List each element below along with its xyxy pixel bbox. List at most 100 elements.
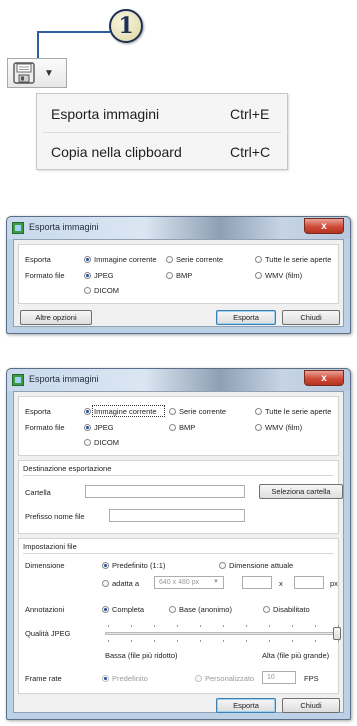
impostazioni-panel: Impostazioni file Dimensione Predefinito… <box>18 538 341 694</box>
window-title: Esporta immagini <box>29 374 99 384</box>
section-divider <box>23 475 334 476</box>
radio-label: BMP <box>179 423 196 432</box>
options-panel: Esporta Immagine corrente Serie corrente… <box>18 396 339 456</box>
slider-tick <box>200 640 201 642</box>
slider-tick <box>269 625 270 627</box>
radio-label: Predefinito (1:1) <box>112 561 166 570</box>
radio-label: Predefinito <box>112 674 148 683</box>
radio-immagine-corrente[interactable] <box>84 256 91 263</box>
slider-tick <box>131 640 132 642</box>
button-label: Seleziona cartella <box>271 487 331 496</box>
radio-serie-corrente[interactable] <box>166 256 173 263</box>
radio-dicom[interactable] <box>84 439 91 446</box>
radio-tutte-le-serie[interactable] <box>255 256 262 263</box>
radio-jpeg[interactable] <box>84 424 91 431</box>
slider-tick <box>200 625 201 627</box>
chiudi-button[interactable]: Chiudi <box>282 698 340 713</box>
radio-wmv[interactable] <box>255 424 262 431</box>
esporta-button[interactable]: Esporta <box>216 698 276 713</box>
radio-label: JPEG <box>94 423 114 432</box>
radio-frame-personalizzato[interactable] <box>195 675 202 682</box>
dialog-client-area: Esporta Immagine corrente Serie corrente… <box>13 239 344 327</box>
radio-label: Immagine corrente <box>94 255 157 264</box>
prefisso-input[interactable] <box>109 509 245 522</box>
radio-base-anonimo[interactable] <box>169 606 176 613</box>
radio-label: Base (anonimo) <box>179 605 232 614</box>
radio-bmp[interactable] <box>169 424 176 431</box>
close-icon: x <box>321 220 327 232</box>
radio-jpeg[interactable] <box>84 272 91 279</box>
fps-unit-label: FPS <box>304 674 319 683</box>
radio-wmv[interactable] <box>255 272 262 279</box>
radio-disabilitato[interactable] <box>263 606 270 613</box>
qualita-low-label: Bassa (file più ridotto) <box>105 651 178 660</box>
options-panel: Esporta Immagine corrente Serie corrente… <box>18 244 339 304</box>
chiudi-button[interactable]: Chiudi <box>282 310 340 325</box>
chevron-down-icon[interactable]: ▼ <box>44 68 54 79</box>
slider-tick <box>246 625 247 627</box>
save-split-button[interactable]: ▼ <box>7 58 67 88</box>
save-dropdown-menu: Esporta immagini Ctrl+E Copia nella clip… <box>36 93 288 170</box>
menu-item-esporta-immagini[interactable]: Esporta immagini Ctrl+E <box>37 95 287 132</box>
radio-frame-predefinito[interactable] <box>102 675 109 682</box>
cartella-input[interactable] <box>85 485 245 498</box>
radio-bmp[interactable] <box>166 272 173 279</box>
radio-label: Immagine corrente <box>94 407 157 416</box>
radio-label: DICOM <box>94 438 119 447</box>
radio-adatta-a[interactable] <box>102 580 109 587</box>
close-button[interactable]: x <box>304 218 344 234</box>
menu-item-label: Copia nella clipboard <box>51 143 182 160</box>
button-label: Esporta <box>233 313 259 322</box>
radio-label: Personalizzato <box>205 674 255 683</box>
title-bar[interactable]: Esporta immagini x <box>7 369 350 391</box>
slider-tick <box>246 640 247 642</box>
section-title: Impostazioni file <box>23 542 77 551</box>
radio-predefinito[interactable] <box>102 562 109 569</box>
radio-dimensione-attuale[interactable] <box>219 562 226 569</box>
size-separator: x <box>279 579 283 588</box>
destinazione-panel: Destinazione esportazione Cartella Selez… <box>18 460 343 534</box>
button-label: Chiudi <box>300 701 322 710</box>
window-title: Esporta immagini <box>29 222 99 232</box>
slider-tick <box>154 625 155 627</box>
slider-tick <box>177 625 178 627</box>
width-input[interactable] <box>242 576 272 589</box>
menu-item-copia-clipboard[interactable]: Copia nella clipboard Ctrl+C <box>37 133 287 170</box>
menu-item-shortcut: Ctrl+E <box>230 105 270 122</box>
radio-tutte-le-serie[interactable] <box>255 408 262 415</box>
slider-tick <box>108 625 109 627</box>
prefisso-label: Prefisso nome file <box>25 512 85 521</box>
radio-serie-corrente[interactable] <box>169 408 176 415</box>
button-label: Esporta <box>233 701 259 710</box>
radio-label: Dimensione attuale <box>229 561 294 570</box>
radio-label: WMV (film) <box>265 423 303 432</box>
radio-label: Tutte le serie aperte <box>265 407 332 416</box>
radio-immagine-corrente[interactable] <box>84 408 91 415</box>
radio-dicom[interactable] <box>84 287 91 294</box>
slider-tick <box>338 640 339 642</box>
jpeg-quality-slider-track[interactable] <box>105 632 341 635</box>
close-button[interactable]: x <box>304 370 344 386</box>
esporta-button[interactable]: Esporta <box>216 310 276 325</box>
height-input[interactable] <box>294 576 324 589</box>
radio-completa[interactable] <box>102 606 109 613</box>
seleziona-cartella-button[interactable]: Seleziona cartella <box>259 484 343 499</box>
radio-label: Tutte le serie aperte <box>265 255 332 264</box>
size-preset-select[interactable]: 640 x 480 px ▼ <box>154 576 224 589</box>
section-title: Destinazione esportazione <box>23 464 112 473</box>
callout-number: 1 <box>118 13 134 39</box>
dialog-client-area: Esporta Immagine corrente Serie corrente… <box>13 391 344 713</box>
close-icon: x <box>321 372 327 384</box>
frame-rate-input[interactable]: 10 <box>262 671 296 684</box>
altre-opzioni-button[interactable]: Altre opzioni <box>20 310 92 325</box>
size-unit-label: px <box>330 579 338 588</box>
slider-tick <box>269 640 270 642</box>
jpeg-quality-slider-thumb[interactable] <box>333 627 341 640</box>
menu-item-label: Esporta immagini <box>51 105 160 122</box>
button-label: Chiudi <box>300 313 322 322</box>
title-bar[interactable]: Esporta immagini x <box>7 217 350 239</box>
app-icon <box>12 374 24 386</box>
slider-tick <box>223 625 224 627</box>
radio-label: WMV (film) <box>265 271 303 280</box>
slider-tick <box>108 640 109 642</box>
